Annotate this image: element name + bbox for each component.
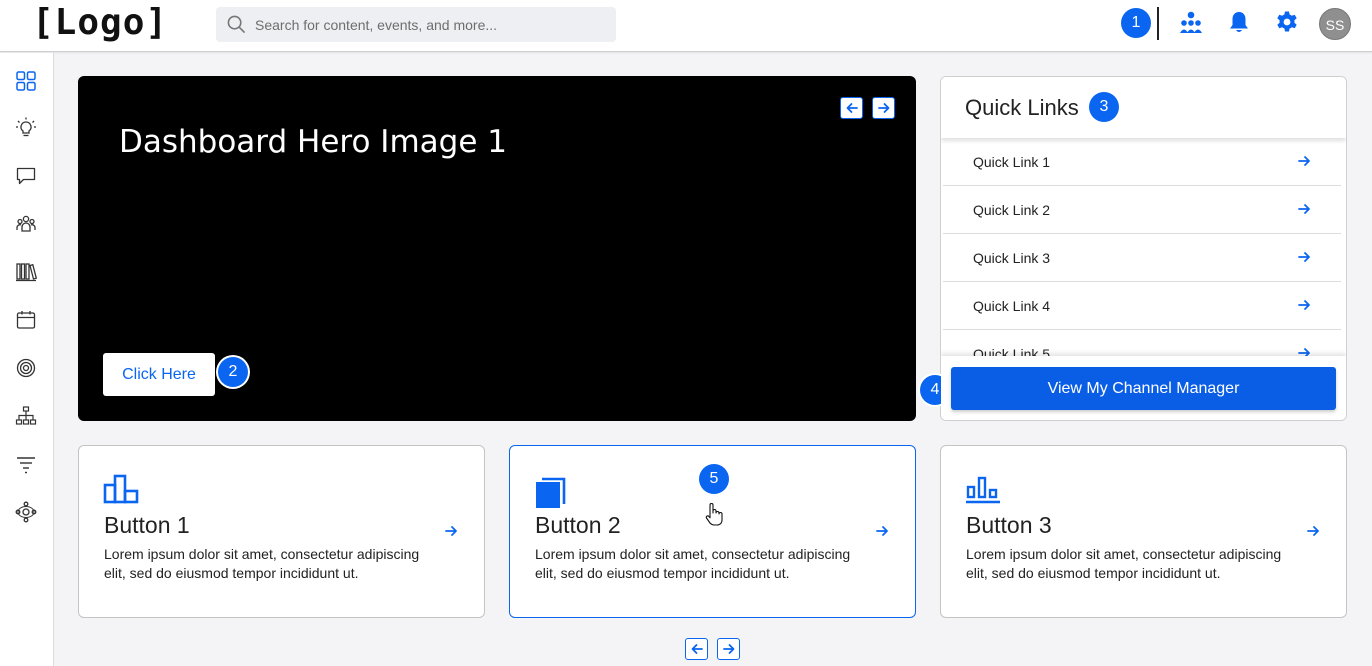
- quick-link-item[interactable]: Quick Link 3: [943, 234, 1341, 282]
- card-title: Button 1: [104, 512, 190, 538]
- quick-link-label: Quick Link 4: [973, 298, 1051, 314]
- notification-count-badge: 1: [1121, 8, 1151, 38]
- filter-icon[interactable]: [15, 453, 37, 475]
- search-input[interactable]: [255, 7, 605, 42]
- top-header: [Logo] 1 SS: [0, 0, 1372, 52]
- org-hierarchy-icon[interactable]: [1179, 10, 1203, 34]
- lightbulb-icon[interactable]: [15, 117, 37, 139]
- card-button-1[interactable]: Button 1 Lorem ipsum dolor sit amet, con…: [78, 445, 485, 618]
- library-icon[interactable]: [15, 261, 37, 283]
- quick-link-item[interactable]: Quick Link 2: [943, 186, 1341, 234]
- quick-links-title: Quick Links: [965, 95, 1079, 120]
- quick-link-item[interactable]: Quick Link 1: [943, 138, 1341, 186]
- hero-banner: Dashboard Hero Image 1 Click Here 2: [78, 76, 916, 421]
- card-description: Lorem ipsum dolor sit amet, consectetur …: [535, 546, 851, 581]
- quick-link-item[interactable]: Quick Link 4: [943, 282, 1341, 330]
- left-sidebar: [0, 53, 54, 666]
- org-chart-icon[interactable]: [15, 405, 37, 427]
- chat-icon[interactable]: [15, 165, 37, 187]
- arrow-left-icon: [846, 103, 858, 113]
- calendar-icon[interactable]: [15, 309, 37, 331]
- quick-links-list[interactable]: Quick Link 1 Quick Link 2 Quick Link 3 Q…: [941, 138, 1346, 356]
- card-description: Lorem ipsum dolor sit amet, consectetur …: [966, 546, 1282, 581]
- quick-links-header: Quick Links 3: [941, 77, 1346, 138]
- quick-links-panel: Quick Links 3 Quick Link 1 Quick Link 2 …: [940, 76, 1347, 421]
- cards-prev-button[interactable]: [685, 638, 708, 660]
- arrow-right-icon: [722, 644, 734, 654]
- quick-links-footer: View My Channel Manager: [941, 356, 1346, 420]
- card-title: Button 2: [535, 512, 621, 538]
- quick-link-label: Quick Link 2: [973, 202, 1051, 218]
- bell-icon[interactable]: [1227, 10, 1251, 34]
- hero-cta-badge: 2: [218, 357, 248, 387]
- quick-link-label: Quick Link 3: [973, 250, 1051, 266]
- community-icon[interactable]: [15, 213, 37, 235]
- hero-prev-button[interactable]: [840, 97, 863, 119]
- hero-next-button[interactable]: [872, 97, 895, 119]
- cards-next-button[interactable]: [717, 638, 740, 660]
- search-icon: [227, 15, 245, 33]
- search-bar[interactable]: [216, 7, 616, 42]
- header-divider: [1157, 7, 1159, 40]
- quick-link-item[interactable]: Quick Link 5: [943, 330, 1341, 356]
- quick-links-badge: 3: [1089, 92, 1119, 122]
- arrow-right-icon: [1307, 526, 1319, 536]
- hand-cursor-icon: [705, 503, 723, 526]
- card-button-2[interactable]: 5 Button 2 Lorem ipsum dolor sit amet, c…: [509, 445, 916, 618]
- card-button-3[interactable]: Button 3 Lorem ipsum dolor sit amet, con…: [940, 445, 1347, 618]
- arrow-right-icon: [1298, 300, 1310, 310]
- arrow-right-icon: [876, 526, 888, 536]
- gear-icon[interactable]: [1275, 10, 1299, 34]
- column-chart-icon: [966, 476, 1000, 504]
- arrow-right-icon: [1298, 204, 1310, 214]
- target-icon[interactable]: [15, 357, 37, 379]
- bar-chart-icon: [103, 474, 139, 504]
- network-icon[interactable]: [15, 501, 37, 523]
- arrow-left-icon: [691, 644, 703, 654]
- stacked-pages-icon: [536, 477, 566, 508]
- arrow-right-icon: [877, 103, 889, 113]
- arrow-right-icon: [1298, 252, 1310, 262]
- card-2-badge: 5: [699, 464, 729, 494]
- logo[interactable]: [Logo]: [32, 2, 168, 43]
- view-channel-manager-button[interactable]: View My Channel Manager: [951, 367, 1336, 410]
- hero-click-here-button[interactable]: Click Here: [103, 353, 215, 396]
- user-avatar[interactable]: SS: [1319, 8, 1351, 40]
- arrow-right-icon: [1298, 348, 1310, 356]
- hero-title: Dashboard Hero Image 1: [119, 124, 507, 160]
- card-title: Button 3: [966, 512, 1052, 538]
- dashboard-icon[interactable]: [15, 70, 37, 92]
- quick-link-label: Quick Link 1: [973, 154, 1051, 170]
- arrow-right-icon: [1298, 156, 1310, 166]
- card-description: Lorem ipsum dolor sit amet, consectetur …: [104, 546, 420, 581]
- quick-link-label: Quick Link 5: [973, 346, 1051, 356]
- arrow-right-icon: [445, 526, 457, 536]
